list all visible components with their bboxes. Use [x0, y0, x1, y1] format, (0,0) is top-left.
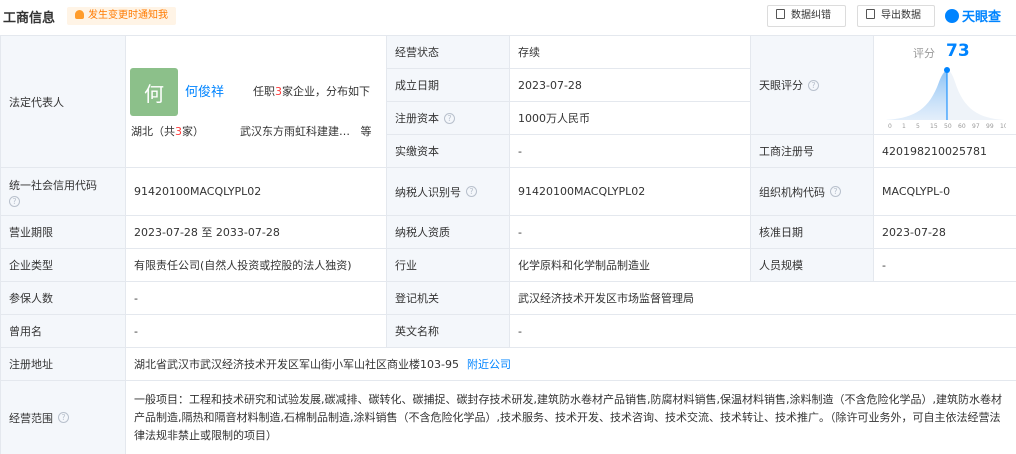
page-title: 工商信息	[3, 11, 56, 26]
help-icon[interactable]: ?	[58, 412, 69, 423]
export-data-button[interactable]: 导出数据	[857, 5, 935, 27]
industry-value: 化学原料和化学制品制造业	[509, 248, 750, 281]
brand-logo[interactable]: 天眼查	[945, 6, 1001, 25]
term-value: 2023-07-28 至 2033-07-28	[125, 215, 386, 248]
paid-capital-value: -	[509, 134, 750, 167]
notify-label: 发生变更时通知我	[88, 10, 168, 21]
staff-size-value: -	[873, 248, 1016, 281]
credit-code-label: 统一社会信用代码?	[0, 167, 125, 215]
help-icon[interactable]: ?	[444, 112, 455, 124]
insured-value: -	[125, 281, 386, 314]
representative-company[interactable]: 武汉东方雨虹科建建… 等	[240, 123, 372, 139]
score-marker-dot	[944, 67, 950, 73]
regno-label: 工商注册号	[750, 134, 873, 167]
avatar[interactable]: 何	[130, 68, 178, 116]
download-icon	[866, 9, 875, 19]
approve-date-value: 2023-07-28	[873, 215, 1016, 248]
scope-value: 一般项目：工程和技术研究和试验发展,碳减排、碳转化、碳捕捉、碳封存技术研发,建筑…	[125, 380, 1016, 454]
brand-name: 天眼查	[962, 10, 1002, 25]
paid-capital-label: 实缴资本	[386, 134, 509, 167]
insured-label: 参保人数	[0, 281, 125, 314]
address-cell: 湖北省武汉市武汉经济技术开发区军山街小军山社区商业楼103-95 附近公司	[125, 347, 1016, 380]
founded-label: 成立日期	[386, 68, 509, 101]
industry-label: 行业	[386, 248, 509, 281]
tianyancha-logo-icon	[945, 9, 959, 23]
former-name-label: 曾用名	[0, 314, 125, 347]
score-label: 天眼评分?	[750, 35, 873, 134]
address-value: 湖北省武汉市武汉经济技术开发区军山街小军山社区商业楼103-95	[134, 358, 459, 371]
export-data-label: 导出数据	[881, 10, 921, 21]
authority-value: 武汉经济技术开发区市场监督管理局	[509, 281, 1016, 314]
former-name-value: -	[125, 314, 386, 347]
orgcode-label: 组织机构代码?	[750, 167, 873, 215]
representative-name-link[interactable]: 何俊祥	[185, 81, 224, 100]
score-axis-tick: 97	[972, 123, 980, 130]
approve-date-label: 核准日期	[750, 215, 873, 248]
score-axis-tick: 50	[944, 123, 952, 130]
score-axis-tick: 15	[930, 123, 938, 130]
score-axis-tick: 99	[986, 123, 994, 130]
status-value: 存续	[509, 35, 750, 68]
founded-value: 2023-07-28	[509, 68, 750, 101]
score-value: 73	[946, 41, 970, 61]
help-icon[interactable]: ?	[830, 186, 841, 197]
orgcode-value: MACQLYPL-0	[873, 167, 1016, 215]
address-label: 注册地址	[0, 347, 125, 380]
help-icon[interactable]: ?	[9, 195, 20, 207]
data-correction-label: 数据纠错	[791, 10, 831, 21]
staff-size-label: 人员规模	[750, 248, 873, 281]
capital-label: 注册资本?	[386, 101, 509, 134]
english-name-value: -	[509, 314, 1016, 347]
notify-change-button[interactable]: 发生变更时通知我	[67, 7, 176, 25]
score-axis-tick: 0	[888, 123, 892, 130]
scope-label: 经营范围?	[0, 380, 125, 454]
credit-code-value: 91420100MACQLYPL02	[125, 167, 386, 215]
representative-label: 法定代表人	[0, 35, 125, 167]
status-label: 经营状态	[386, 35, 509, 68]
english-name-label: 英文名称	[386, 314, 509, 347]
score-title: 评分	[913, 47, 935, 60]
score-axis-tick: 5	[916, 123, 920, 130]
authority-label: 登记机关	[386, 281, 509, 314]
score-axis: 0151550609799100	[888, 123, 1006, 130]
edit-icon	[776, 9, 785, 19]
help-icon[interactable]: ?	[466, 186, 477, 197]
company-type-value: 有限责任公司(自然人投资或控股的法人独资)	[125, 248, 386, 281]
score-axis-tick: 60	[958, 123, 966, 130]
capital-value: 1000万人民币	[509, 101, 750, 134]
score-axis-tick: 1	[902, 123, 906, 130]
nearby-companies-link[interactable]: 附近公司	[467, 356, 511, 372]
header-bar: 工商信息 发生变更时通知我 数据纠错 导出数据 天眼查	[0, 0, 1016, 34]
help-icon[interactable]: ?	[808, 79, 819, 91]
representative-positions: 任职3家企业，分布如下	[253, 85, 370, 98]
regno-value: 420198210025781	[873, 134, 1016, 167]
distribution-curve-fill	[886, 70, 947, 120]
score-distribution-chart: 0151550609799100	[886, 67, 1006, 130]
taxid-value: 91420100MACQLYPL02	[509, 167, 750, 215]
score-axis-tick: 100	[1000, 123, 1006, 130]
taxpayer-qual-value: -	[509, 215, 750, 248]
term-label: 营业期限	[0, 215, 125, 248]
representative-province: 湖北（共3家）	[131, 125, 204, 138]
taxid-label: 纳税人识别号?	[386, 167, 509, 215]
taxpayer-qual-label: 纳税人资质	[386, 215, 509, 248]
bell-icon	[75, 10, 84, 19]
data-correction-button[interactable]: 数据纠错	[767, 5, 846, 27]
company-type-label: 企业类型	[0, 248, 125, 281]
